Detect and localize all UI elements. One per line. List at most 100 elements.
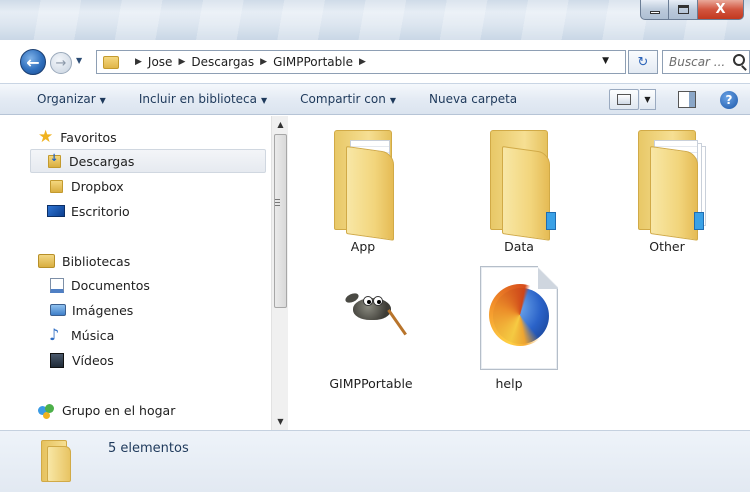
chevron-right-icon[interactable]: ▶ <box>359 57 366 67</box>
file-list: App Data Other GIMPPortable help <box>289 116 750 430</box>
sidebar-item-musica[interactable]: ♪ Música <box>0 323 268 347</box>
sidebar-item-bibliotecas[interactable]: Bibliotecas <box>0 249 268 273</box>
search-placeholder: Buscar ... <box>669 55 726 69</box>
scroll-down-icon[interactable]: ▼ <box>272 413 289 430</box>
chevron-right-icon[interactable]: ▶ <box>178 57 185 67</box>
breadcrumb-gimpportable[interactable]: GIMPPortable <box>273 55 353 69</box>
arrow-left-icon: ← <box>26 52 40 72</box>
chevron-right-icon[interactable]: ▶ <box>260 57 267 67</box>
breadcrumb-descargas[interactable]: Descargas <box>191 55 254 69</box>
scrollbar-thumb[interactable] <box>274 134 287 308</box>
caret-down-icon: ▼ <box>99 96 106 105</box>
address-history-dropdown[interactable]: ▼ <box>602 56 609 66</box>
arrow-right-icon: → <box>55 55 67 71</box>
breadcrumb-jose[interactable]: Jose <box>148 55 173 69</box>
folder-icon <box>41 440 73 482</box>
minimize-icon <box>649 11 660 14</box>
caret-down-icon: ▼ <box>389 96 396 105</box>
forward-button[interactable]: → <box>50 52 72 74</box>
title-bar[interactable]: X <box>0 0 750 40</box>
refresh-icon: ↻ <box>637 54 649 70</box>
sidebar-item-documentos[interactable]: Documentos <box>0 273 268 297</box>
sidebar-item-escritorio[interactable]: Escritorio <box>0 199 268 223</box>
file-item-app[interactable]: App <box>303 126 423 258</box>
file-item-other[interactable]: Other <box>607 126 727 258</box>
sidebar-item-label: Documentos <box>71 277 150 293</box>
file-name: Other <box>649 239 685 254</box>
sidebar-item-label: Favoritos <box>60 129 117 145</box>
sidebar-item-label: Grupo en el hogar <box>62 402 176 418</box>
caret-down-icon: ▼ <box>261 96 268 105</box>
sidebar-item-grupo-en-el-hogar[interactable]: Grupo en el hogar <box>0 398 268 422</box>
downloads-folder-icon <box>48 153 61 168</box>
file-name: GIMPPortable <box>329 376 413 391</box>
folder-icon <box>50 179 63 193</box>
preview-pane-button[interactable] <box>678 91 696 108</box>
include-in-library-menu[interactable]: Incluir en biblioteca ▼ <box>139 92 267 106</box>
window-controls: X <box>640 0 744 20</box>
libraries-icon <box>38 254 55 268</box>
details-pane: 5 elementos <box>0 430 750 492</box>
sidebar-item-label: Música <box>71 327 115 343</box>
pictures-icon <box>50 304 66 316</box>
sidebar-item-label: Descargas <box>69 153 135 169</box>
file-name: Data <box>504 239 534 254</box>
maximize-button[interactable] <box>669 0 698 20</box>
folder-icon <box>490 126 570 241</box>
maximize-icon <box>677 5 689 14</box>
navigation-scrollbar[interactable]: ▲ ▼ <box>271 116 288 430</box>
chevron-right-icon[interactable]: ▶ <box>135 57 142 67</box>
folder-icon <box>103 55 119 69</box>
minimize-button[interactable] <box>640 0 669 20</box>
close-button[interactable]: X <box>698 0 744 20</box>
recent-locations-dropdown[interactable]: ▼ <box>76 56 82 65</box>
sidebar-item-label: Escritorio <box>71 203 130 219</box>
organize-menu[interactable]: Organizar ▼ <box>37 92 106 106</box>
item-count: 5 elementos <box>108 441 189 456</box>
gimp-application-icon <box>343 288 407 338</box>
firefox-fox-icon <box>489 284 551 346</box>
file-name: help <box>495 376 523 391</box>
back-button[interactable]: ← <box>20 49 46 75</box>
file-item-data[interactable]: Data <box>459 126 579 258</box>
navigation-bar: ← → ▼ ▶ Jose ▶ Descargas ▶ GIMPPortable … <box>0 44 750 75</box>
page-fold-icon <box>538 266 558 289</box>
star-icon: ★ <box>38 126 54 147</box>
sidebar-item-imagenes[interactable]: Imágenes <box>0 298 268 322</box>
music-note-icon: ♪ <box>49 325 60 344</box>
new-folder-button[interactable]: Nueva carpeta <box>429 92 517 106</box>
change-view-button[interactable] <box>609 89 639 110</box>
close-icon: X <box>715 2 726 17</box>
file-item-help[interactable]: help <box>449 266 569 392</box>
sidebar-item-label: Bibliotecas <box>62 253 131 269</box>
share-with-label: Compartir con <box>300 92 386 106</box>
search-icon[interactable] <box>733 54 745 66</box>
sidebar-item-label: Dropbox <box>71 178 124 194</box>
navigation-pane: ★ Favoritos Descargas Dropbox Escritorio… <box>0 116 288 430</box>
include-in-library-label: Incluir en biblioteca <box>138 92 258 106</box>
refresh-button[interactable]: ↻ <box>628 50 658 74</box>
sidebar-item-descargas[interactable]: Descargas <box>30 149 266 173</box>
homegroup-icon <box>38 402 56 418</box>
sidebar-item-favoritos[interactable]: ★ Favoritos <box>0 125 268 149</box>
file-name: App <box>350 239 376 254</box>
file-item-gimpportable[interactable]: GIMPPortable <box>311 266 431 392</box>
sidebar-item-label: Imágenes <box>72 302 134 318</box>
address-bar[interactable]: ▶ Jose ▶ Descargas ▶ GIMPPortable ▶ ▼ <box>96 50 626 74</box>
view-icon <box>617 94 631 105</box>
help-button[interactable]: ? <box>720 91 738 109</box>
sidebar-item-dropbox[interactable]: Dropbox <box>0 174 268 198</box>
scrollbar-grip-icon <box>275 199 280 206</box>
folder-with-documents-icon <box>334 126 414 241</box>
explorer-window: X ← → ▼ ▶ Jose ▶ Descargas ▶ GIMPPortabl… <box>0 0 750 492</box>
help-icon: ? <box>725 93 733 107</box>
share-with-menu[interactable]: Compartir con ▼ <box>300 92 396 106</box>
search-input[interactable]: Buscar ... <box>662 50 750 74</box>
new-folder-label: Nueva carpeta <box>428 92 518 106</box>
sidebar-item-videos[interactable]: Vídeos <box>0 348 268 372</box>
sidebar-item-label: Vídeos <box>72 352 114 368</box>
command-bar: Organizar ▼ Incluir en biblioteca ▼ Compar… <box>0 83 750 115</box>
scroll-up-icon[interactable]: ▲ <box>272 116 289 133</box>
view-options-dropdown[interactable]: ▼ <box>640 89 656 110</box>
folder-with-many-documents-icon <box>638 126 718 241</box>
